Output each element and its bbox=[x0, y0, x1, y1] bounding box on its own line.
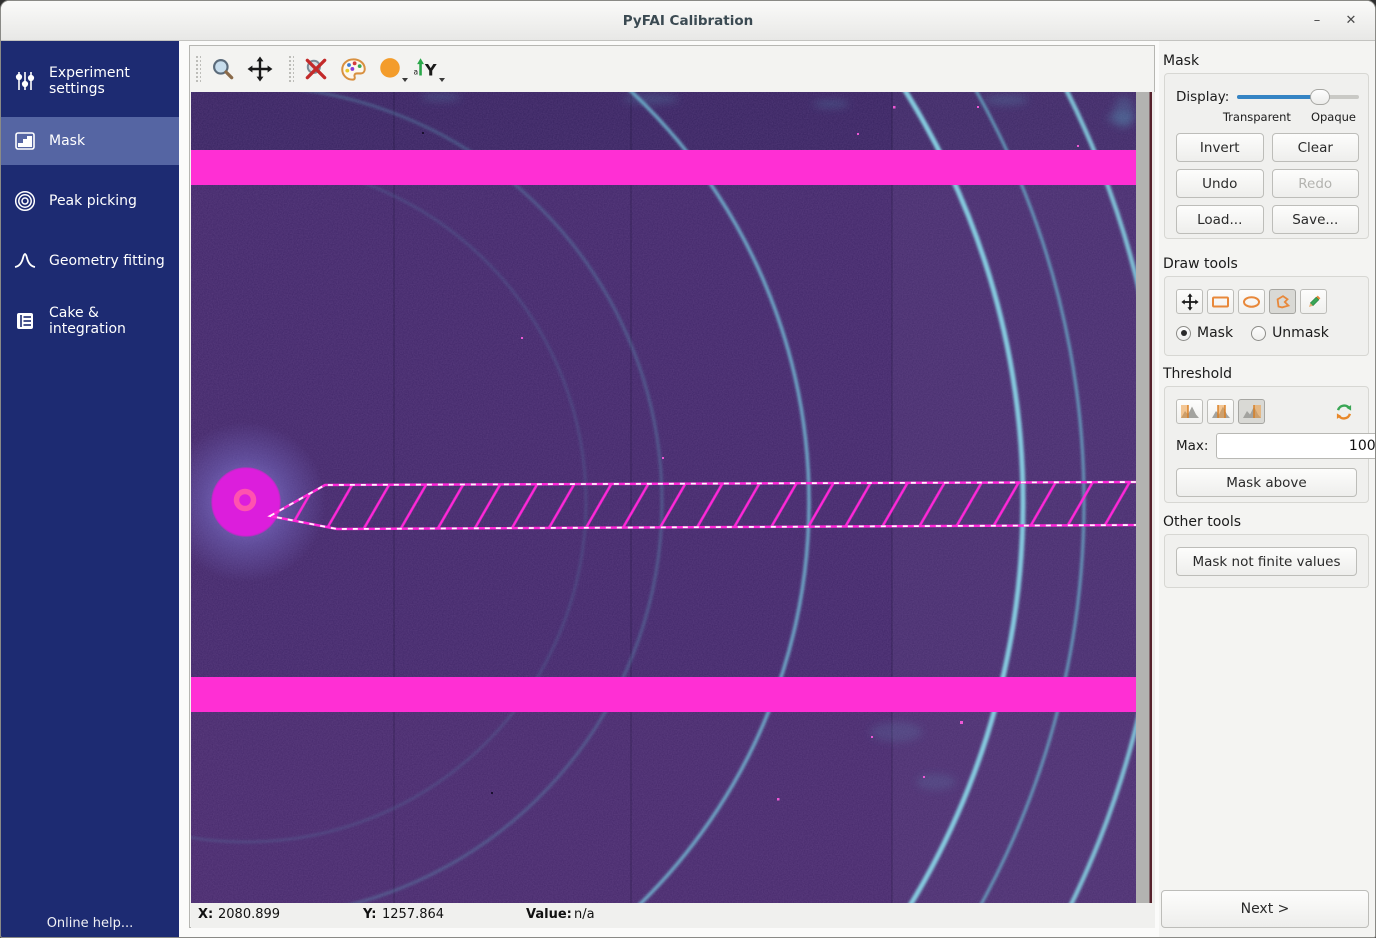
svg-text:a: a bbox=[414, 67, 419, 76]
toolbar-drag-handle[interactable] bbox=[288, 55, 294, 83]
minimize-button[interactable]: – bbox=[1303, 1, 1331, 41]
peak-curve-icon bbox=[14, 250, 36, 272]
mask-display-slider[interactable] bbox=[1237, 89, 1359, 105]
slider-fill bbox=[1237, 95, 1315, 99]
threshold-title: Threshold bbox=[1163, 366, 1232, 382]
status-y-value: 1257.864 bbox=[382, 907, 444, 922]
status-value-value: n/a bbox=[574, 907, 595, 922]
unmask-radio[interactable] bbox=[1251, 326, 1266, 341]
sidebar: Experiment settings Mask Peak picking Ge… bbox=[1, 41, 179, 938]
load-button[interactable]: Load... bbox=[1176, 205, 1264, 234]
dropdown-chevron-icon bbox=[402, 78, 408, 82]
title-bar: PyFAI Calibration – ✕ bbox=[1, 1, 1375, 41]
draw-tools-title: Draw tools bbox=[1163, 256, 1238, 272]
mask-group: Display: Transparent Opaque Invert Clear… bbox=[1164, 73, 1369, 239]
next-button[interactable]: Next > bbox=[1161, 890, 1369, 928]
colormap-palette-icon[interactable] bbox=[338, 53, 368, 85]
beamstop-mask bbox=[212, 468, 280, 536]
y-axis-orientation-icon[interactable]: a Y bbox=[412, 53, 442, 85]
zoom-clear-icon[interactable] bbox=[301, 53, 331, 85]
sidebar-item-experiment-settings[interactable]: Experiment settings bbox=[1, 57, 179, 105]
other-tools-title: Other tools bbox=[1163, 514, 1241, 530]
status-bar: X: 2080.899 Y: 1257.864 Value: n/a bbox=[191, 903, 1155, 928]
undo-button[interactable]: Undo bbox=[1176, 169, 1264, 198]
redo-button[interactable]: Redo bbox=[1272, 169, 1360, 198]
display-label: Display: bbox=[1176, 89, 1229, 105]
status-x-value: 2080.899 bbox=[218, 907, 280, 922]
mask-above-histogram-icon[interactable] bbox=[1238, 399, 1265, 424]
invert-button[interactable]: Invert bbox=[1176, 133, 1264, 162]
cake-integration-icon bbox=[14, 310, 36, 332]
sidebar-item-label: Cake & integration bbox=[49, 305, 179, 337]
polygon-tool-icon[interactable] bbox=[1269, 289, 1296, 314]
polygon-mask-selection[interactable] bbox=[270, 478, 1150, 529]
slider-handle[interactable] bbox=[1310, 89, 1330, 105]
svg-text:Y: Y bbox=[424, 60, 437, 79]
mask-radio-label: Mask bbox=[1197, 325, 1233, 341]
mask-color-circle-icon[interactable] bbox=[375, 53, 405, 85]
other-tools-group: Mask not finite values bbox=[1164, 534, 1369, 588]
plot-toolbar: a Y bbox=[190, 46, 1154, 92]
diffraction-image-canvas[interactable] bbox=[191, 92, 1155, 903]
sidebar-item-label: Geometry fitting bbox=[49, 253, 165, 269]
mask-section-title: Mask bbox=[1163, 53, 1199, 69]
max-label: Max: bbox=[1176, 438, 1208, 454]
zoom-icon[interactable] bbox=[208, 53, 238, 85]
mask-not-finite-button[interactable]: Mask not finite values bbox=[1176, 547, 1357, 576]
mask-radio[interactable] bbox=[1176, 326, 1191, 341]
pan-icon[interactable] bbox=[245, 53, 275, 85]
dropdown-chevron-icon bbox=[439, 78, 445, 82]
pan-tool-icon[interactable] bbox=[1176, 289, 1203, 314]
mask-between-histogram-icon[interactable] bbox=[1207, 399, 1234, 424]
plot-widget: a Y bbox=[189, 45, 1155, 928]
sidebar-item-label: Mask bbox=[49, 133, 85, 149]
plot-margin bbox=[1136, 92, 1155, 903]
pencil-tool-icon[interactable] bbox=[1300, 289, 1327, 314]
status-x-label: X: bbox=[198, 907, 213, 922]
mask-icon bbox=[14, 130, 36, 152]
threshold-max-input[interactable] bbox=[1216, 433, 1376, 459]
online-help-link[interactable]: Online help... bbox=[1, 916, 179, 931]
sidebar-item-mask[interactable]: Mask bbox=[1, 117, 179, 165]
app-window: PyFAI Calibration – ✕ Experiment setting… bbox=[0, 0, 1376, 938]
unmask-radio-label: Unmask bbox=[1272, 325, 1329, 341]
opaque-label: Opaque bbox=[1311, 110, 1356, 124]
status-value-label: Value: bbox=[526, 907, 572, 922]
mask-below-histogram-icon[interactable] bbox=[1176, 399, 1203, 424]
clear-button[interactable]: Clear bbox=[1272, 133, 1360, 162]
sidebar-item-label: Experiment settings bbox=[49, 65, 179, 97]
toolbar-drag-handle[interactable] bbox=[195, 55, 201, 83]
sliders-icon bbox=[14, 70, 36, 92]
rectangle-tool-icon[interactable] bbox=[1207, 289, 1234, 314]
mask-side-panel: Mask Display: Transparent Opaque Invert … bbox=[1159, 41, 1376, 938]
threshold-group: Max: Mask above bbox=[1164, 386, 1369, 503]
transparent-label: Transparent bbox=[1223, 110, 1291, 124]
sidebar-item-geometry-fitting[interactable]: Geometry fitting bbox=[1, 237, 179, 285]
sidebar-item-cake-integration[interactable]: Cake & integration bbox=[1, 297, 179, 345]
sidebar-item-label: Peak picking bbox=[49, 193, 137, 209]
mask-above-button[interactable]: Mask above bbox=[1176, 468, 1357, 497]
peak-rings-icon bbox=[14, 190, 36, 212]
save-button[interactable]: Save... bbox=[1272, 205, 1360, 234]
ellipse-tool-icon[interactable] bbox=[1238, 289, 1265, 314]
draw-tools-group: Mask Unmask bbox=[1164, 276, 1369, 356]
refresh-icon[interactable] bbox=[1330, 399, 1357, 424]
status-y-label: Y: bbox=[363, 907, 376, 922]
sidebar-item-peak-picking[interactable]: Peak picking bbox=[1, 177, 179, 225]
window-title: PyFAI Calibration bbox=[1, 1, 1375, 41]
close-button[interactable]: ✕ bbox=[1337, 1, 1365, 41]
